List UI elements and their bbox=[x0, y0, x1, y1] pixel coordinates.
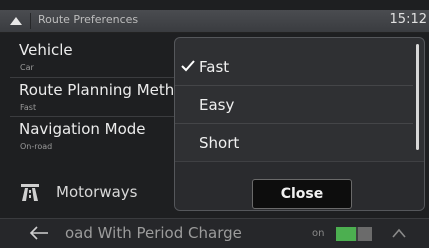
toggle-state-label: on bbox=[312, 228, 325, 239]
up-arrow-icon[interactable] bbox=[9, 14, 23, 28]
toggle-on-segment bbox=[336, 227, 356, 241]
back-arrow-icon[interactable] bbox=[29, 226, 49, 240]
clock: 15:12 bbox=[389, 12, 427, 27]
divider bbox=[175, 85, 413, 86]
divider bbox=[10, 77, 200, 78]
divider bbox=[30, 13, 31, 29]
pref-row-vehicle[interactable]: Vehicle Car bbox=[0, 41, 200, 81]
option-label: Short bbox=[199, 134, 240, 152]
page-title: Route Preferences bbox=[38, 13, 139, 26]
pref-row-route-planning[interactable]: Route Planning Meth Fast bbox=[0, 81, 200, 121]
option-label: Fast bbox=[199, 58, 230, 76]
option-label: Easy bbox=[199, 96, 235, 114]
period-charge-toggle[interactable] bbox=[336, 227, 372, 241]
period-charge-label: oad With Period Charge bbox=[65, 224, 242, 242]
scrollbar[interactable] bbox=[416, 44, 419, 150]
chevron-up-icon[interactable] bbox=[391, 227, 407, 239]
pref-label: Route Planning Meth bbox=[19, 81, 175, 99]
divider bbox=[10, 116, 200, 117]
bottom-bar: oad With Period Charge on bbox=[0, 218, 429, 248]
motorways-label: Motorways bbox=[56, 183, 138, 201]
option-fast[interactable]: Fast bbox=[175, 49, 415, 85]
divider bbox=[175, 123, 413, 124]
popup-footer: Close bbox=[175, 161, 424, 210]
route-planning-popup: Fast Easy Short Close bbox=[174, 37, 425, 211]
checkmark-icon bbox=[181, 60, 195, 72]
option-easy[interactable]: Easy bbox=[175, 87, 415, 123]
toggle-off-segment bbox=[358, 227, 372, 241]
option-short[interactable]: Short bbox=[175, 125, 415, 161]
pref-label: Vehicle bbox=[19, 41, 73, 59]
pref-label: Navigation Mode bbox=[19, 120, 146, 138]
pref-value: Fast bbox=[20, 103, 37, 112]
top-bar: Route Preferences 15:12 bbox=[0, 10, 429, 33]
pref-value: On-road bbox=[20, 142, 53, 151]
pref-row-navigation-mode[interactable]: Navigation Mode On-road bbox=[0, 120, 200, 160]
close-button[interactable]: Close bbox=[252, 179, 352, 209]
motorway-icon bbox=[21, 184, 39, 201]
pref-value: Car bbox=[20, 63, 34, 72]
